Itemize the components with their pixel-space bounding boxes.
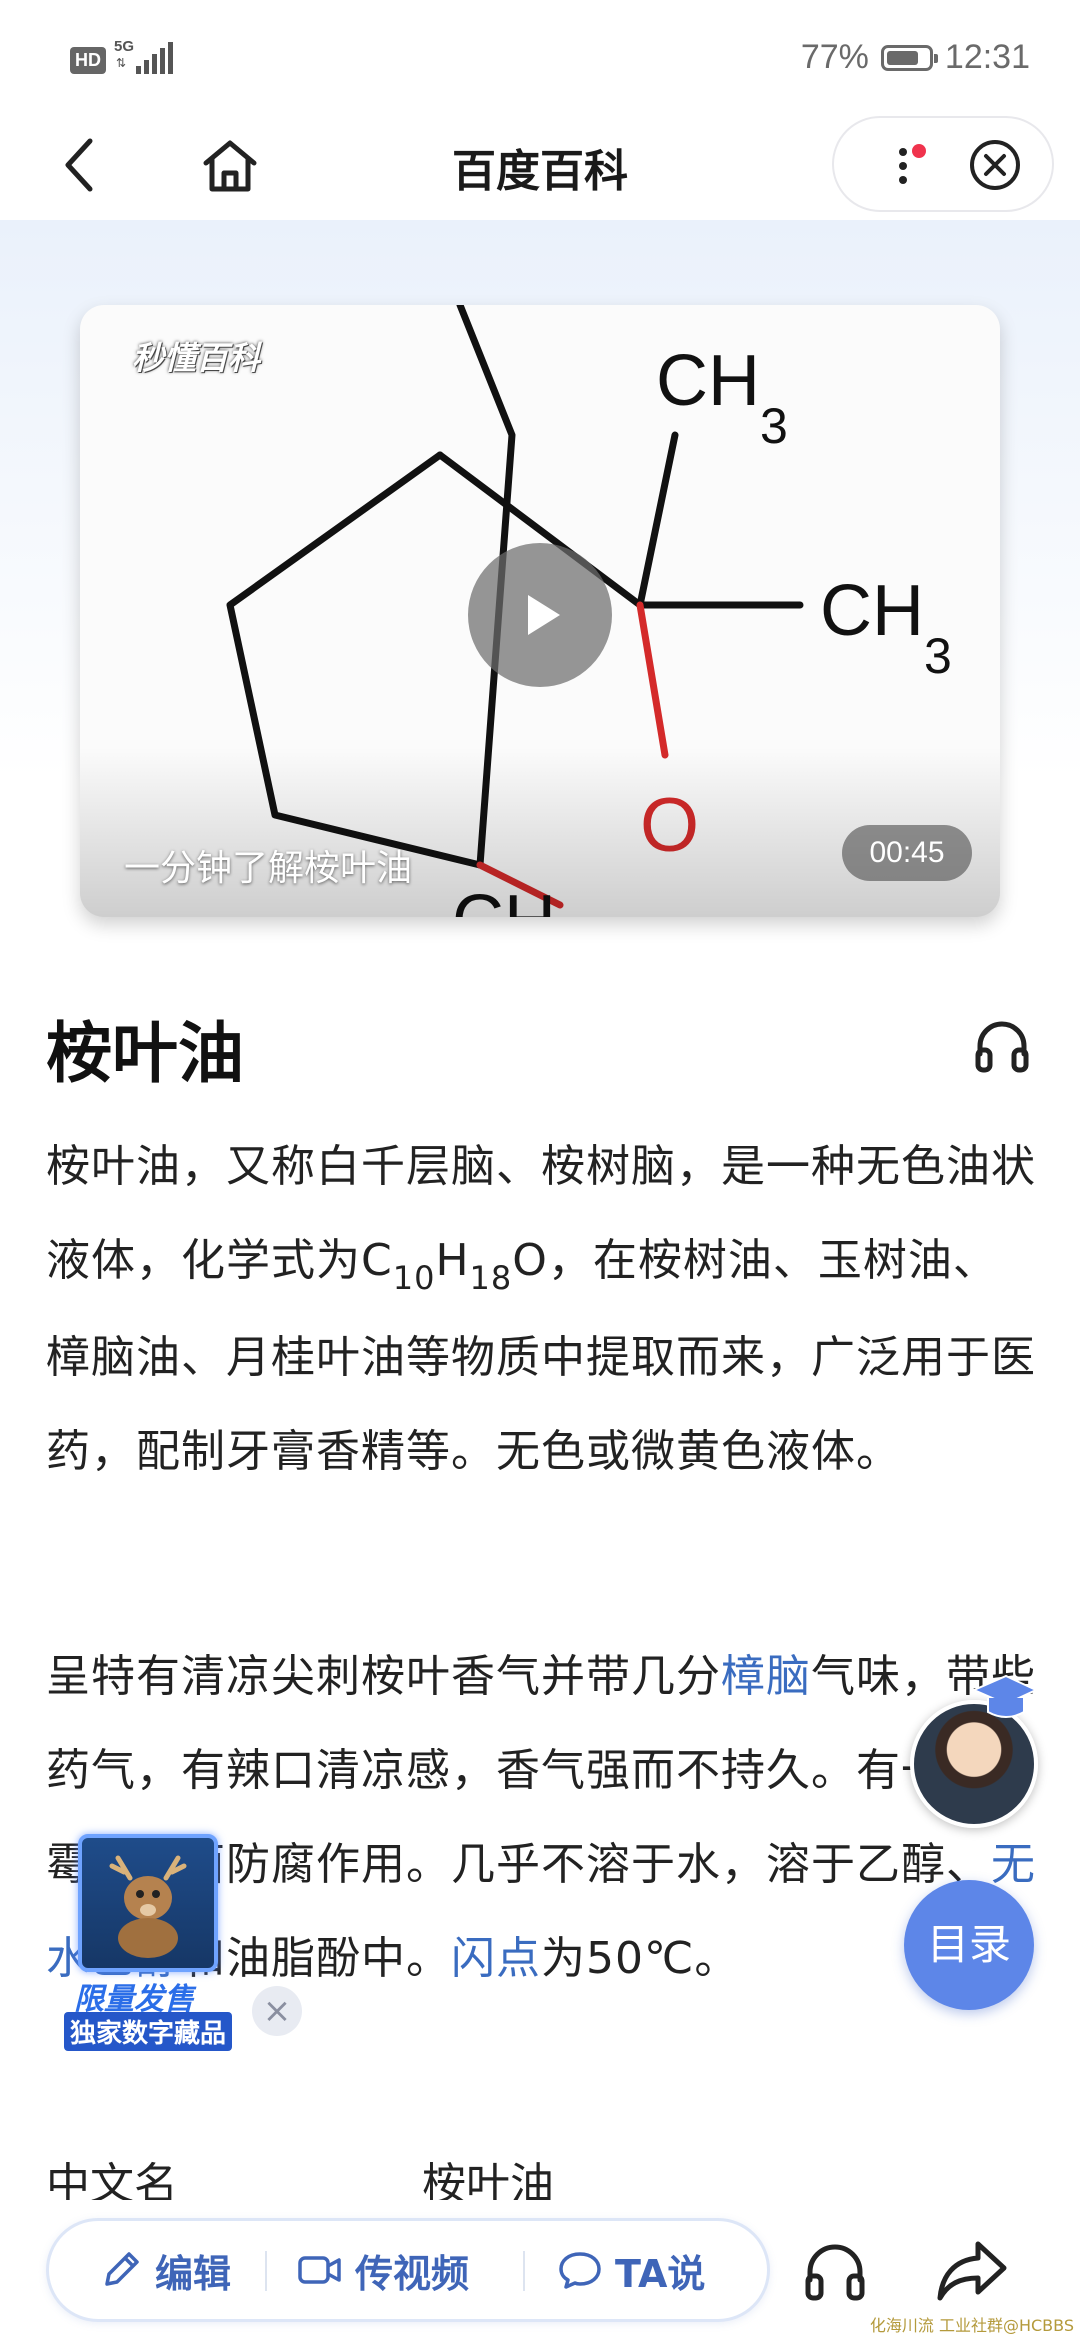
battery-icon <box>880 44 938 71</box>
close-circle-icon <box>970 140 1020 190</box>
divider <box>523 2251 525 2291</box>
signal-icon: 5G ⇅ <box>114 38 173 74</box>
status-right: 77% 12:31 <box>801 38 1030 77</box>
video-card[interactable]: CH 3 CH 3 O CH 秒懂百科 一分钟了解桉叶油 00:45 <box>80 305 1000 917</box>
promo-close-button[interactable]: × <box>252 1986 302 2036</box>
chat-bubble-icon <box>559 2252 601 2289</box>
headphones-icon[interactable] <box>800 2240 870 2304</box>
promo-subtitle: 独家数字藏品 <box>64 2012 233 2051</box>
upload-video-label: 传视频 <box>355 2251 470 2296</box>
deer-icon <box>109 1855 187 1958</box>
ch3-top-label: CH <box>656 341 760 421</box>
mini-program-capsule <box>832 116 1054 212</box>
status-bar: HD 5G ⇅ 77% 12:31 <box>0 0 1080 120</box>
ch3-top-subscript: 3 <box>760 398 788 454</box>
nav-bar: 百度百科 <box>0 110 1080 220</box>
summary-paragraph: 桉叶油，又称白千层脑、桉树脑，是一种无色油状液体，化学式为C10H18O，在桉树… <box>46 1141 1036 1477</box>
action-pill: 编辑 传视频 TA说 <box>46 2218 770 2322</box>
battery-fill <box>886 50 918 65</box>
network-indicators: HD 5G ⇅ <box>70 38 173 74</box>
ta-comment-label: TA说 <box>615 2251 706 2296</box>
upload-video-button[interactable]: 传视频 <box>297 2221 469 2319</box>
deer-collectible-image <box>78 1834 218 1972</box>
video-camera-icon <box>298 2256 341 2284</box>
toc-button[interactable]: 目录 <box>904 1880 1034 2010</box>
signal-5g-label: 5G <box>114 38 135 55</box>
headphones-icon[interactable] <box>970 1014 1034 1078</box>
video-watermark-logo: 秒懂百科 <box>132 339 261 377</box>
share-icon[interactable] <box>936 2236 1010 2306</box>
play-icon <box>528 595 560 635</box>
battery-percent: 77% <box>800 38 869 76</box>
hd-badge: HD <box>70 47 106 74</box>
link-camphor[interactable]: 樟脑 <box>721 1651 811 1702</box>
close-button[interactable] <box>968 138 1022 192</box>
notification-dot <box>912 144 926 158</box>
ch3-right-subscript: 3 <box>924 628 952 684</box>
ta-comment-button[interactable]: TA说 <box>557 2221 705 2319</box>
clock: 12:31 <box>944 38 1030 76</box>
signal-bars <box>136 42 173 74</box>
divider <box>265 2251 267 2291</box>
bottom-action-bar: 编辑 传视频 TA说 化海川流 工业社群@HCBBS <box>0 2200 1080 2340</box>
ch3-right-label: CH <box>820 571 924 651</box>
play-button[interactable] <box>468 543 612 687</box>
video-caption: 一分钟了解桉叶油 <box>124 848 413 889</box>
data-arrows-icon: ⇅ <box>116 56 127 70</box>
promo-badge[interactable]: 限量发售 独家数字藏品 <box>64 1834 234 2051</box>
link-flash-point[interactable]: 闪点 <box>451 1933 541 1984</box>
forum-watermark: 化海川流 工业社群@HCBBS <box>869 2316 1074 2335</box>
graduation-cap-icon <box>971 1674 1039 1718</box>
subscript-18: 18 <box>469 1259 513 1297</box>
entry-title: 桉叶油 <box>46 1015 244 1092</box>
subscript-10: 10 <box>392 1259 436 1297</box>
edit-label: 编辑 <box>155 2251 232 2296</box>
edit-button[interactable]: 编辑 <box>99 2221 231 2319</box>
pencil-icon <box>105 2252 139 2286</box>
video-duration: 00:45 <box>842 825 972 881</box>
more-button[interactable] <box>874 136 930 192</box>
